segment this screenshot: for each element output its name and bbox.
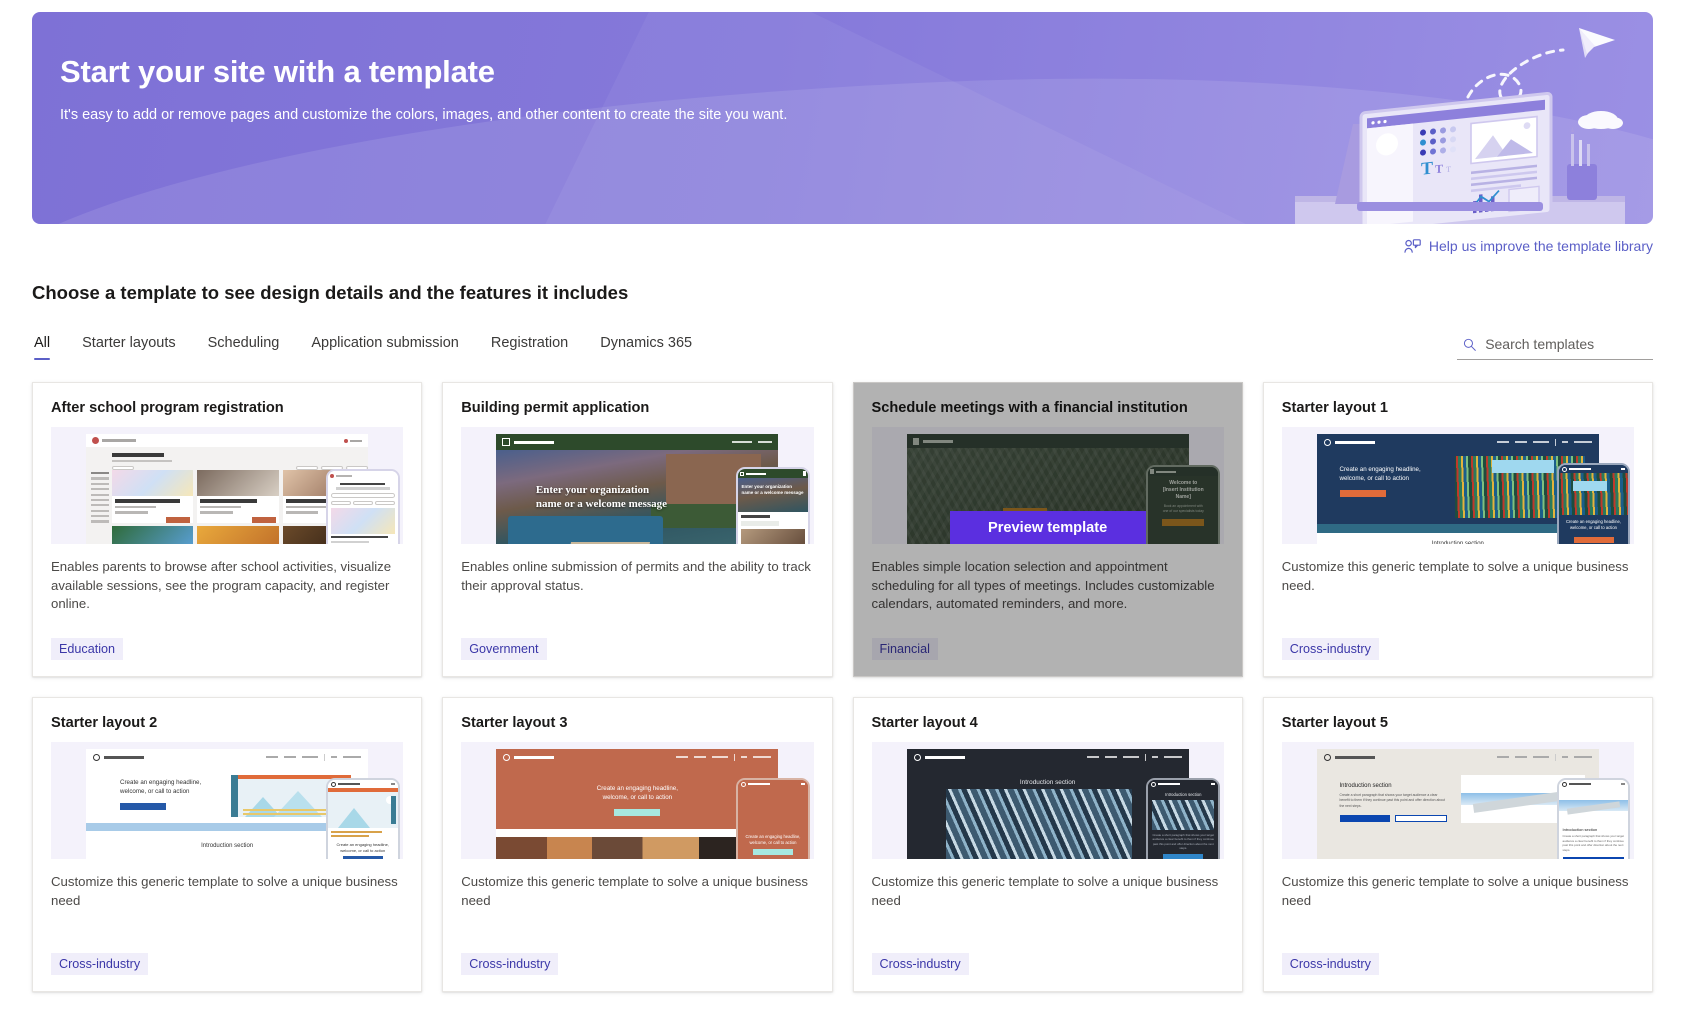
template-card-starter-layout-1[interactable]: Starter layout 1 Create an engaging head… — [1262, 382, 1653, 677]
tag-chip[interactable]: Cross-industry — [1281, 638, 1379, 660]
template-card-title: Starter layout 3 — [461, 715, 568, 731]
template-grid: After school program registration Enable… — [32, 382, 1653, 992]
template-card-description: Customize this generic template to solve… — [871, 874, 1219, 908]
tag-chip[interactable]: Cross-industry — [461, 953, 559, 975]
tag-chip[interactable]: Cross-industry — [871, 953, 969, 975]
template-thumbnail: Create an engaging headline, welcome, or … — [51, 742, 404, 859]
svg-text:T: T — [1435, 161, 1443, 176]
template-thumbnail — [51, 427, 404, 544]
tag-chip[interactable]: Financial — [871, 638, 938, 660]
template-card-tags: Education — [33, 638, 421, 676]
page-title: Start your site with a template — [60, 54, 495, 89]
template-thumbnail: Create an engaging headline, welcome, or … — [1281, 427, 1634, 544]
template-card-starter-layout-4[interactable]: Starter layout 4 Introduction section In… — [852, 697, 1243, 992]
template-card-title: Building permit application — [461, 400, 650, 416]
tag-chip[interactable]: Government — [461, 638, 547, 660]
tab-starter-layouts[interactable]: Starter layouts — [66, 335, 192, 360]
tab-scheduling-label: Scheduling — [207, 335, 280, 351]
template-card-tags: Cross-industry — [1264, 638, 1652, 676]
template-card-tags: Government — [443, 638, 831, 676]
template-card-title: Starter layout 4 — [871, 715, 978, 731]
template-thumbnail: Introduction section Create a short para… — [1281, 742, 1634, 859]
search-input[interactable] — [1485, 336, 1647, 352]
preview-template-button[interactable]: Preview template — [949, 511, 1146, 544]
search-icon — [1463, 338, 1476, 351]
template-card-title: Starter layout 2 — [51, 715, 158, 731]
template-card-title: After school program registration — [51, 400, 284, 416]
template-card-tags: Cross-industry — [1264, 953, 1652, 991]
help-link-row: Help us improve the template library — [32, 234, 1653, 258]
help-link-label: Help us improve the template library — [1428, 238, 1653, 254]
tab-registration[interactable]: Registration — [475, 335, 584, 360]
template-card-building-permit-application[interactable]: Building permit application Enter your o… — [442, 382, 833, 677]
template-card-title: Starter layout 5 — [1281, 715, 1388, 731]
template-card-after-school-program-registration[interactable]: After school program registration Enable… — [32, 382, 423, 677]
template-card-description: Enables online submission of permits and… — [461, 559, 811, 593]
search-templates-box[interactable] — [1457, 336, 1653, 360]
tab-starter-layouts-label: Starter layouts — [82, 335, 176, 351]
section-heading: Choose a template to see design details … — [32, 282, 629, 303]
template-card-schedule-meetings-with-a-financial-institution[interactable]: Schedule meetings with a financial insti… — [852, 382, 1243, 677]
template-card-tags: Cross-industry — [443, 953, 831, 991]
template-card-description: Enables simple location selection and ap… — [871, 559, 1215, 612]
hero-text-block: Start your site with a template It's eas… — [32, 12, 1653, 123]
template-card-title: Schedule meetings with a financial insti… — [871, 400, 1188, 416]
tab-dynamics-365[interactable]: Dynamics 365 — [584, 335, 708, 360]
category-tablist: All Starter layouts Scheduling Applicati… — [32, 335, 708, 360]
template-card-title: Starter layout 1 — [1281, 400, 1388, 416]
tag-chip[interactable]: Cross-industry — [1281, 953, 1379, 975]
template-thumbnail: Create an engaging headline, welcome, or … — [461, 742, 814, 859]
template-card-starter-layout-5[interactable]: Starter layout 5 Introduction section Cr… — [1262, 697, 1653, 992]
tag-chip[interactable]: Education — [51, 638, 124, 660]
tab-all-label: All — [34, 335, 51, 351]
page-subtitle: It's easy to add or remove pages and cus… — [60, 107, 788, 123]
template-card-tags: Cross-industry — [854, 953, 1242, 991]
template-thumbnail: Introduction section Introduction sectio… — [871, 742, 1224, 859]
template-card-description: Customize this generic template to solve… — [461, 874, 808, 908]
template-card-tags: Cross-industry — [33, 953, 421, 991]
template-card-description: Customize this generic template to solve… — [1281, 559, 1629, 593]
hero-banner: Start your site with a template It's eas… — [32, 12, 1653, 224]
template-thumbnail: Enter your organization name or a welcome… — [461, 427, 814, 544]
tab-registration-label: Registration — [490, 335, 569, 351]
svg-text:T: T — [1446, 165, 1451, 174]
svg-text:T: T — [1421, 158, 1433, 179]
filter-bar: All Starter layouts Scheduling Applicati… — [32, 326, 1653, 360]
card-hover-actions: Preview template Choose this template — [872, 511, 1224, 544]
feedback-person-icon — [1404, 238, 1421, 253]
tab-scheduling[interactable]: Scheduling — [192, 335, 296, 360]
template-card-tags: Financial — [854, 638, 1242, 676]
tab-application-submission-label: Application submission — [311, 335, 459, 351]
template-card-description: Customize this generic template to solve… — [51, 874, 398, 908]
tag-chip[interactable]: Cross-industry — [51, 953, 149, 975]
tab-all[interactable]: All — [32, 335, 66, 360]
template-card-description: Enables parents to browse after school a… — [51, 559, 392, 612]
help-improve-template-library-link[interactable]: Help us improve the template library — [1404, 238, 1653, 254]
template-card-description: Customize this generic template to solve… — [1281, 874, 1629, 908]
tab-dynamics-365-label: Dynamics 365 — [600, 335, 693, 351]
template-card-starter-layout-3[interactable]: Starter layout 3 Create an engaging head… — [442, 697, 833, 992]
tab-application-submission[interactable]: Application submission — [295, 335, 475, 360]
template-card-starter-layout-2[interactable]: Starter layout 2 Create an engaging head… — [32, 697, 423, 992]
template-thumbnail: Welcome to [Insert Institution Name] Book … — [871, 427, 1224, 544]
